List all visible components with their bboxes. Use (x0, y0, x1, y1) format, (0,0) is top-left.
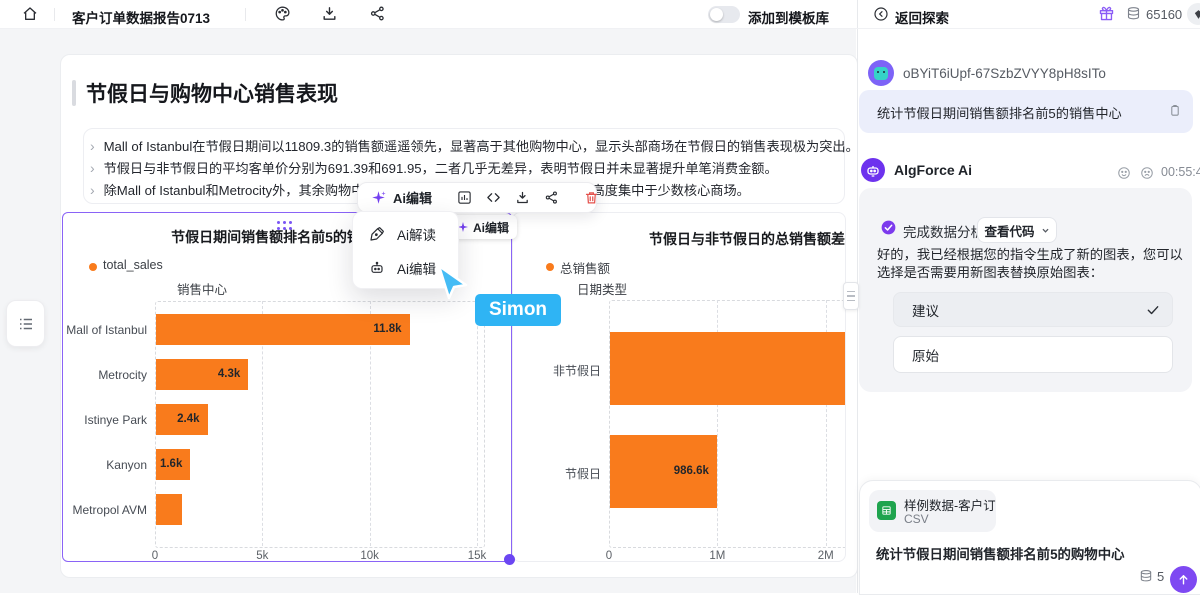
collaborator-name-badge: Simon (475, 294, 561, 326)
bar-value-label: 2.4k (177, 413, 199, 425)
bar-value-label: 1.6k (160, 458, 182, 470)
gift-icon[interactable] (1098, 5, 1115, 22)
menu-item-label: Ai编辑 (397, 258, 436, 278)
x-tick-label: 15k (468, 550, 487, 562)
panel-resize-grip[interactable] (843, 282, 859, 310)
user-name: oBYiT6iUpf-67SzbZVYY8pH8sITo (903, 66, 1106, 81)
menu-item-label: Ai解读 (397, 224, 436, 244)
document-title[interactable]: 节假日与购物中心销售表现 (86, 78, 338, 108)
x-tick-label: 0 (152, 550, 158, 562)
x-tick-label: 2M (818, 550, 834, 562)
feedback-dislike-icon[interactable] (1140, 166, 1154, 180)
gridline (477, 301, 478, 546)
collaborator-cursor-icon (436, 263, 472, 301)
gem-icon (1193, 9, 1200, 20)
share-block-icon[interactable] (544, 190, 559, 205)
selection-tag-label: Ai编辑 (473, 219, 509, 236)
outline-toc-button[interactable] (6, 300, 45, 347)
bar-value-label: 4.3k (218, 368, 240, 380)
divider (245, 8, 246, 21)
ai-sparkle-icon (371, 190, 386, 205)
download-block-icon[interactable] (515, 190, 530, 205)
x-tick-label: 0 (606, 550, 612, 562)
ai-reply-text: 好的，我已经根据您的指令生成了新的图表，您可以选择是否需要用新图表替换原始图表： (877, 246, 1189, 281)
check-circle-icon (881, 220, 896, 235)
list-outline-icon (17, 315, 35, 333)
user-avatar (868, 60, 894, 86)
bar-value-label: 986.6k (674, 465, 709, 477)
dataset-count: 5 (1157, 569, 1164, 584)
view-code-button[interactable]: 查看代码 (977, 217, 1057, 243)
bullet-item[interactable]: Mall of Istanbul在节假日期间以11809.3的销售额遥遥领先，显… (104, 139, 859, 154)
delete-icon[interactable] (584, 190, 599, 205)
ai-name: AlgForce Ai (894, 162, 972, 178)
dataset-icon (1139, 569, 1153, 583)
block-toolbar: Ai编辑 (357, 182, 597, 213)
option-label: 原始 (912, 345, 939, 365)
x-tick-label: 10k (360, 550, 379, 562)
option-suggested[interactable]: 建议 (893, 292, 1173, 327)
bullet-chevron-icon: › (90, 138, 95, 154)
chart-holiday-vs-nonholiday[interactable]: 节假日与非节假日的总销售额差异 总销售额 日期类型 01M2M非节假日986.6… (512, 212, 846, 562)
spreadsheet-icon (877, 501, 896, 520)
plot-area: 0 1M 2M 非节假日 986.6k 节假日 (513, 213, 845, 561)
bar-value-label: 11.8k (373, 323, 401, 335)
back-icon[interactable] (873, 6, 889, 22)
ai-edit-button[interactable]: Ai编辑 (393, 188, 432, 207)
category-label: Metropol AVM (63, 503, 147, 517)
download-icon[interactable] (321, 5, 338, 22)
category-label: Metrocity (63, 368, 147, 382)
back-to-explore-button[interactable]: 返回探索 (895, 7, 949, 27)
send-button[interactable] (1170, 566, 1197, 593)
title-accent-bar (72, 80, 76, 106)
file-type: CSV (904, 512, 929, 526)
view-code-label: 查看代码 (984, 221, 1034, 240)
category-label: 非节假日 (513, 362, 601, 379)
database-icon (1126, 6, 1141, 21)
bar[interactable] (156, 494, 182, 525)
robot-icon (865, 162, 881, 178)
pen-nib-icon (369, 226, 385, 242)
menu-item-ai-interpret[interactable]: Ai解读 (359, 218, 462, 250)
bullet-chevron-icon: › (90, 182, 95, 198)
bar[interactable] (156, 314, 410, 345)
category-label: Istinye Park (63, 413, 147, 427)
x-tick-label: 5k (256, 550, 268, 562)
report-title: 客户订单数据报告0713 (72, 7, 210, 27)
template-toggle-label: 添加到模板库 (748, 7, 829, 27)
copy-icon[interactable] (1168, 103, 1182, 118)
robot-icon (369, 260, 385, 276)
resize-handle[interactable] (504, 554, 515, 565)
user-message-text: 统计节假日期间销售额排名前5的销售中心 (877, 103, 1122, 122)
top-bar: 客户订单数据报告0713 添加到模板库 (0, 0, 856, 28)
theme-palette-icon[interactable] (274, 5, 291, 22)
code-icon[interactable] (486, 190, 501, 205)
bar[interactable] (610, 332, 846, 405)
category-label: Mall of Istanbul (63, 323, 147, 337)
share-icon[interactable] (369, 5, 386, 22)
header-divider (0, 28, 1200, 29)
check-icon (1146, 303, 1160, 317)
option-original[interactable]: 原始 (893, 336, 1173, 373)
analysis-status: 完成数据分析 (903, 221, 984, 241)
message-timestamp: 00:55:45 (1161, 165, 1200, 179)
home-icon[interactable] (22, 6, 38, 22)
category-label: 节假日 (513, 465, 601, 482)
template-toggle[interactable] (708, 6, 740, 23)
token-count: 65160 (1146, 7, 1182, 22)
ai-avatar (861, 158, 885, 182)
chevron-down-icon (1041, 226, 1050, 235)
category-label: Kanyon (63, 458, 147, 472)
divider (54, 8, 55, 21)
option-label: 建议 (912, 300, 939, 320)
toggle-knob (710, 8, 723, 21)
composer-prompt-text[interactable]: 统计节假日期间销售额排名前5的购物中心 (876, 543, 1124, 563)
chart-type-icon[interactable] (457, 190, 472, 205)
bullet-chevron-icon: › (90, 160, 95, 176)
x-tick-label: 1M (709, 550, 725, 562)
attached-file-chip[interactable]: 样例数据-客户订单 CSV (869, 490, 996, 532)
feedback-like-icon[interactable] (1117, 166, 1131, 180)
arrow-up-icon (1177, 573, 1190, 586)
bullet-item[interactable]: 节假日与非节假日的平均客单价分别为691.39和691.95，二者几乎无差异，表… (104, 161, 778, 176)
